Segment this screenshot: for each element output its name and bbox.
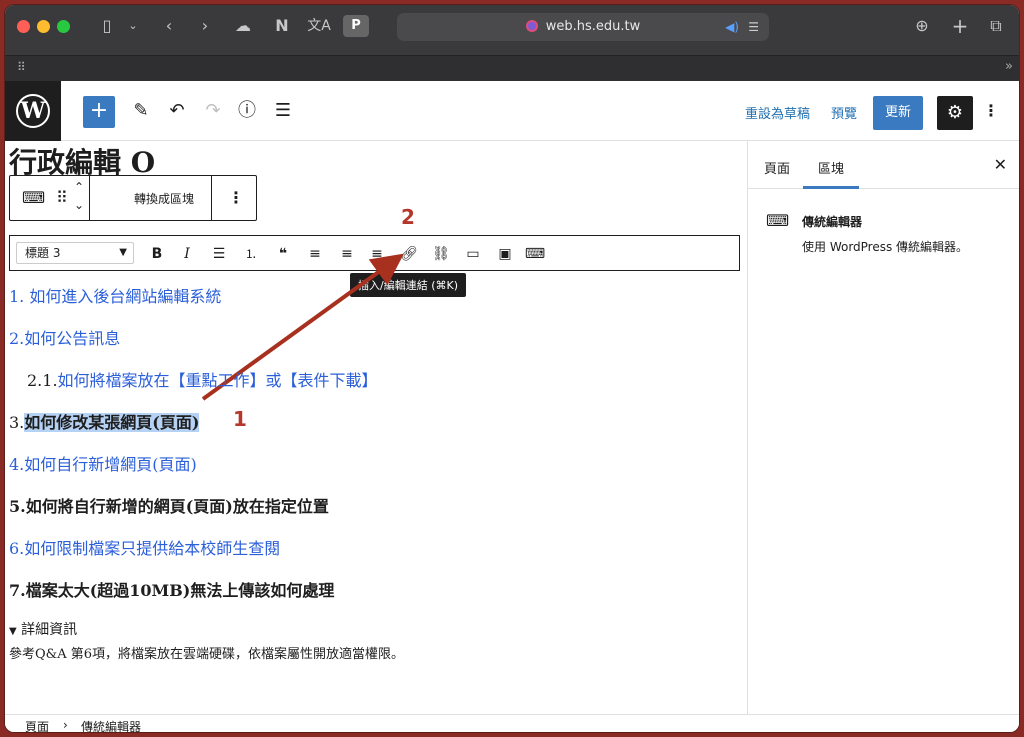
wp-editor-header: W + ✎ ↶ ↷ ⓘ ☰ 重設為草稿 預覽 更新 ⚙ ⋮ (5, 81, 1019, 141)
line-6-number: 6. (9, 539, 25, 558)
tab-block[interactable]: 區塊 (818, 158, 844, 177)
content-line-3[interactable]: 3.如何修改某張網頁(頁面) (9, 409, 200, 433)
block-name: 傳統編輯器 (802, 215, 863, 229)
line-2-link[interactable]: 如何公告訊息 (24, 329, 120, 348)
sidebar-tabs: 頁面 區塊 ✕ (748, 141, 1019, 189)
audio-icon[interactable]: ◀) (725, 13, 739, 41)
line-2-1-number: 2.1. (27, 371, 58, 390)
line-7-text[interactable]: 檔案太大(超過10MB)無法上傳該如何處理 (26, 581, 335, 600)
content-line-1[interactable]: 1. 如何進入後台網站編輯系統 (9, 283, 221, 307)
reader-icon[interactable]: ☰ (748, 13, 759, 41)
update-button[interactable]: 更新 (873, 96, 923, 130)
settings-sidebar: 頁面 區塊 ✕ ⌨ 傳統編輯器 使用 WordPress 傳統編輯器。 (747, 141, 1019, 714)
content-line-6[interactable]: 6.如何限制檔案只提供給本校師生查閱 (9, 535, 280, 559)
url-text: web.hs.edu.tw (545, 19, 641, 34)
tab-strip: ⠿ » (5, 55, 1019, 81)
line-1-number: 1. (9, 287, 25, 306)
tab-overview-icon[interactable]: ⧉ (985, 15, 1007, 37)
content-line-7[interactable]: 7.檔案太大(超過10MB)無法上傳該如何處理 (9, 577, 334, 601)
site-favicon-icon (525, 20, 538, 32)
content-line-2[interactable]: 2.如何公告訊息 (9, 325, 120, 349)
keyboard-icon: ⌨ (766, 211, 790, 230)
block-description: 使用 WordPress 傳統編輯器。 (802, 240, 969, 254)
undo-icon[interactable]: ↶ (165, 99, 189, 123)
breadcrumb-page[interactable]: 頁面 (25, 718, 49, 732)
forward-icon[interactable]: › (195, 15, 215, 37)
line-3-number: 3. (9, 413, 25, 432)
details-text[interactable]: 參考Q&A 第6項，將檔案放在雲端硬碟，依檔案屬性開放適當權限。 (9, 643, 404, 662)
grid-icon[interactable]: ⠿ (17, 60, 26, 74)
wordpress-icon: W (16, 94, 50, 128)
new-tab-icon[interactable]: + (949, 15, 971, 37)
preview-button[interactable]: 預覽 (831, 103, 857, 122)
line-3-selected-text[interactable]: 如何修改某張網頁(頁面) (24, 413, 200, 432)
line-2-number: 2. (9, 329, 25, 348)
revert-to-draft-button[interactable]: 重設為草稿 (745, 103, 810, 122)
more-tabs-icon[interactable]: » (1005, 59, 1013, 74)
chevron-down-icon[interactable]: ⌄ (125, 15, 141, 37)
close-window-button[interactable] (17, 20, 30, 33)
more-options-icon[interactable]: ⋮ (983, 101, 999, 120)
line-4-link[interactable]: 如何自行新增網頁(頁面) (24, 455, 197, 474)
line-5-number: 5. (9, 497, 26, 516)
redo-icon[interactable]: ↷ (201, 99, 225, 123)
line-6-link[interactable]: 如何限制檔案只提供給本校師生查閱 (24, 539, 280, 558)
translate-icon[interactable]: 文A (307, 15, 331, 37)
caret-down-icon: ▼ (9, 626, 17, 637)
breadcrumb-block[interactable]: 傳統編輯器 (81, 718, 141, 732)
address-bar[interactable]: web.hs.edu.tw ◀) ☰ (397, 13, 769, 41)
content-line-2-1[interactable]: 2.1.如何將檔案放在【重點工作】或【表件下載】 (27, 367, 378, 391)
line-5-text[interactable]: 如何將自行新增的網頁(頁面)放在指定位置 (26, 497, 329, 516)
close-icon[interactable]: ✕ (994, 155, 1007, 174)
gear-icon[interactable]: ⚙ (937, 96, 973, 130)
minimize-window-button[interactable] (37, 20, 50, 33)
details-summary-label: 詳細資訊 (21, 622, 78, 638)
annotation-one: 1 (233, 407, 247, 431)
breadcrumb: 頁面 › 傳統編輯器 (5, 714, 1019, 732)
line-7-number: 7. (9, 581, 26, 600)
list-view-icon[interactable]: ☰ (271, 99, 295, 123)
wordpress-logo[interactable]: W (5, 81, 61, 141)
notion-icon[interactable]: N (271, 15, 293, 37)
line-1-link[interactable]: 如何進入後台網站編輯系統 (24, 287, 221, 306)
content-line-4[interactable]: 4.如何自行新增網頁(頁面) (9, 451, 197, 475)
sidebar-toggle-icon[interactable]: ▯ (97, 15, 117, 37)
zoom-window-button[interactable] (57, 20, 70, 33)
content-line-5[interactable]: 5.如何將自行新增的網頁(頁面)放在指定位置 (9, 493, 329, 517)
cloud-icon[interactable]: ☁ (231, 15, 255, 37)
download-icon[interactable]: ⊕ (911, 15, 933, 37)
editor-canvas: 行政編輯 O ⌨ ⠿ ⌃ ⌄ 轉換成區塊 ⋮ 2 標題 3 ▼ B I ☰ ⒈ … (5, 141, 747, 714)
add-block-button[interactable]: + (83, 96, 115, 128)
tab-page[interactable]: 頁面 (764, 158, 790, 177)
chevron-right-icon: › (63, 718, 68, 732)
line-2-1-link[interactable]: 如何將檔案放在【重點工作】或【表件下載】 (58, 371, 378, 390)
browser-titlebar: ▯ ⌄ ‹ › ☁ N 文A P web.hs.edu.tw ◀) ☰ ⊕ + … (5, 5, 1019, 55)
active-tab-indicator (803, 186, 859, 189)
browser-window: ▯ ⌄ ‹ › ☁ N 文A P web.hs.edu.tw ◀) ☰ ⊕ + … (4, 4, 1020, 733)
info-icon[interactable]: ⓘ (235, 99, 259, 123)
extension-p-icon[interactable]: P (343, 15, 369, 37)
details-summary[interactable]: ▼ 詳細資訊 (9, 619, 77, 639)
pencil-icon[interactable]: ✎ (129, 99, 153, 123)
line-4-number: 4. (9, 455, 25, 474)
back-icon[interactable]: ‹ (159, 15, 179, 37)
